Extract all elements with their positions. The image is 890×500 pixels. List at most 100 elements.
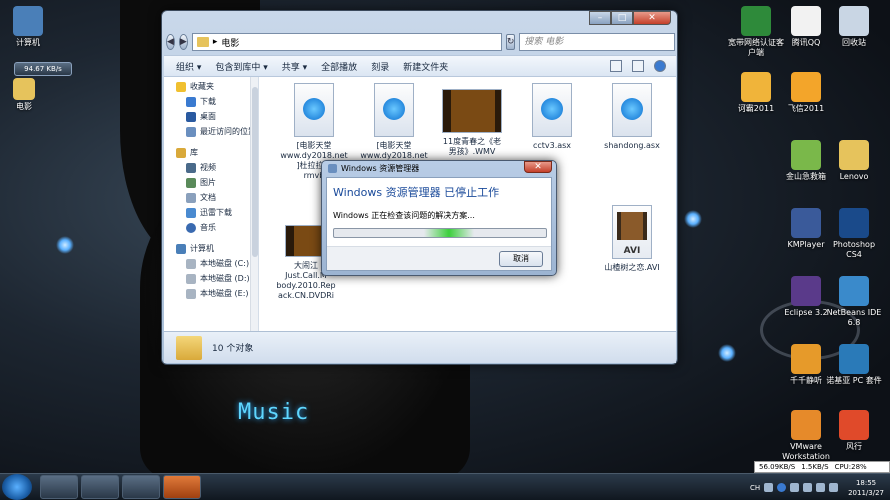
desktop-icon-label: Photoshop CS4: [832, 240, 876, 259]
desktop-icon-label: 诃霸2011: [737, 104, 775, 113]
sidebar-item-computer[interactable]: 计算机: [164, 241, 258, 256]
dialog-close-button[interactable]: ✕: [524, 161, 552, 173]
file-name: 山楂树之恋.AVI: [604, 263, 660, 272]
sidebar-item-pictures[interactable]: 图片: [164, 175, 258, 190]
scrollbar-thumb[interactable]: [252, 87, 258, 257]
refresh-button[interactable]: ↻: [505, 34, 516, 50]
desktop-icon-broadband[interactable]: 宽带网络认证客户端: [728, 6, 784, 58]
file-item[interactable]: shandong.asx: [596, 83, 668, 151]
sidebar-item-drive-e[interactable]: 本地磁盘 (E:): [164, 286, 258, 301]
netbeans-icon: [839, 276, 869, 306]
forward-button[interactable]: ▶: [178, 34, 188, 50]
desktop-icon-lenovo[interactable]: Lenovo: [826, 140, 882, 182]
desktop-icon-photoshop[interactable]: Photoshop CS4: [826, 208, 882, 260]
search-input[interactable]: 搜索 电影: [519, 33, 676, 51]
sidebar-item-label: 文档: [200, 193, 216, 202]
maximize-button[interactable]: □: [611, 11, 633, 25]
sidebar-item-label: 本地磁盘 (D:): [200, 274, 250, 283]
file-item[interactable]: 11度青春之《老 男孩》.WMV: [436, 89, 508, 157]
media-file-icon: [294, 83, 334, 137]
broadband-icon: [741, 6, 771, 36]
progress-fill: [424, 229, 474, 237]
keyboard-icon[interactable]: [764, 483, 774, 492]
share-menu[interactable]: 共享 ▾: [282, 60, 307, 73]
taskbar-sogou-icon[interactable]: [81, 475, 119, 499]
window-controls: – □ ✕: [589, 11, 671, 25]
desktop-icon-movies[interactable]: 电影: [0, 78, 52, 112]
sidebar-item-label: 计算机: [190, 244, 214, 253]
desktop-icon-ciba[interactable]: 诃霸2011: [728, 72, 784, 114]
power-icon[interactable]: [829, 483, 839, 492]
navigation-pane: 收藏夹 下载 桌面 最近访问的位置 库 视频 图片 文档 迅雷下载 音乐 计算机…: [164, 77, 259, 331]
kmplayer-icon: [791, 208, 821, 238]
pictures-icon: [186, 177, 196, 188]
volume-icon[interactable]: [816, 483, 826, 492]
desktop-icon-recycle-bin[interactable]: 回收站: [826, 6, 882, 48]
file-item[interactable]: cctv3.asx: [516, 83, 588, 151]
desktop-icon-nokia-pc-suite[interactable]: 诺基亚 PC 套件: [826, 344, 882, 386]
taskbar-funshion-icon[interactable]: [163, 475, 201, 499]
downloads-icon: [186, 96, 196, 107]
network-icon[interactable]: [790, 483, 800, 492]
new-folder-button[interactable]: 新建文件夹: [403, 60, 448, 73]
help-icon[interactable]: [654, 60, 666, 72]
back-button[interactable]: ◀: [166, 34, 175, 50]
sidebar-item-drive-c[interactable]: 本地磁盘 (C:): [164, 256, 258, 271]
desktop-icon-netbeans[interactable]: NetBeans IDE 6.8: [826, 276, 882, 328]
sidebar-item-recent-places[interactable]: 最近访问的位置: [164, 124, 258, 139]
upload-speed: 1.5KB/S: [801, 463, 829, 471]
preview-pane-icon[interactable]: [632, 60, 644, 72]
view-options-icon[interactable]: [610, 60, 622, 72]
clock[interactable]: 18:55 2011/3/27: [848, 478, 884, 498]
sidebar-item-favorites[interactable]: 收藏夹: [164, 79, 258, 94]
sidebar-item-videos[interactable]: 视频: [164, 160, 258, 175]
status-bar: 10 个对象: [164, 331, 676, 363]
sidebar-item-label: 桌面: [200, 112, 216, 121]
file-name: 11度青春之《老 男孩》.WMV: [442, 137, 502, 156]
photoshop-icon: [839, 208, 869, 238]
sidebar-item-desktop[interactable]: 桌面: [164, 109, 258, 124]
recycle-bin-icon: [839, 6, 869, 36]
desktop-icon-funshion[interactable]: 风行: [826, 410, 882, 452]
qq-penguin-icon: [791, 6, 821, 36]
documents-icon: [186, 192, 196, 203]
play-all-button[interactable]: 全部播放: [321, 60, 357, 73]
desktop-icon-fetion[interactable]: 飞信2011: [778, 72, 834, 114]
taskbar-browser-icon[interactable]: [122, 475, 160, 499]
sidebar-item-libraries[interactable]: 库: [164, 145, 258, 160]
sidebar-item-label: 本地磁盘 (E:): [200, 289, 249, 298]
wallpaper-orb: [56, 236, 74, 254]
sidebar-item-music[interactable]: 音乐: [164, 220, 258, 235]
folder-icon: [196, 37, 209, 47]
help-icon[interactable]: [777, 483, 787, 492]
folder-icon: [176, 335, 202, 360]
taskbar-explorer-icon[interactable]: [40, 475, 78, 499]
folder-icon: [13, 78, 35, 100]
start-button[interactable]: [2, 474, 32, 500]
hard-drive-icon: [186, 288, 196, 299]
taskbar: CH 18:55 2011/3/27: [0, 473, 890, 500]
file-item[interactable]: AVI 山楂树之恋.AVI: [596, 205, 668, 273]
tray-icon[interactable]: [803, 483, 813, 492]
include-in-library-menu[interactable]: 包含到库中 ▾: [215, 60, 267, 73]
network-speed-gadget: 94.67 KB/s: [14, 62, 72, 76]
ciba-icon: [741, 72, 771, 102]
sidebar-item-downloads[interactable]: 下载: [164, 94, 258, 109]
cancel-button[interactable]: 取消: [499, 251, 543, 267]
desktop-icon-computer[interactable]: 计算机: [0, 6, 56, 48]
sidebar-item-drive-d[interactable]: 本地磁盘 (D:): [164, 271, 258, 286]
address-bar[interactable]: ▸ 电影: [191, 33, 502, 51]
close-button[interactable]: ✕: [633, 11, 671, 25]
sidebar-item-label: 迅雷下载: [200, 208, 232, 217]
desktop-icon: [186, 111, 196, 122]
organize-menu[interactable]: 组织 ▾: [176, 60, 201, 73]
file-item[interactable]: [电影天堂 www.dy2018.net ]: [358, 83, 430, 171]
sidebar-item-documents[interactable]: 文档: [164, 190, 258, 205]
minimize-button[interactable]: –: [589, 11, 611, 25]
sidebar-scrollbar[interactable]: [250, 77, 258, 331]
sidebar-item-xunlei-downloads[interactable]: 迅雷下载: [164, 205, 258, 220]
desktop-icon-label: 风行: [846, 442, 862, 451]
burn-button[interactable]: 刻录: [371, 60, 389, 73]
dialog-title: Windows 资源管理器: [328, 163, 419, 174]
input-language[interactable]: CH: [750, 484, 760, 492]
